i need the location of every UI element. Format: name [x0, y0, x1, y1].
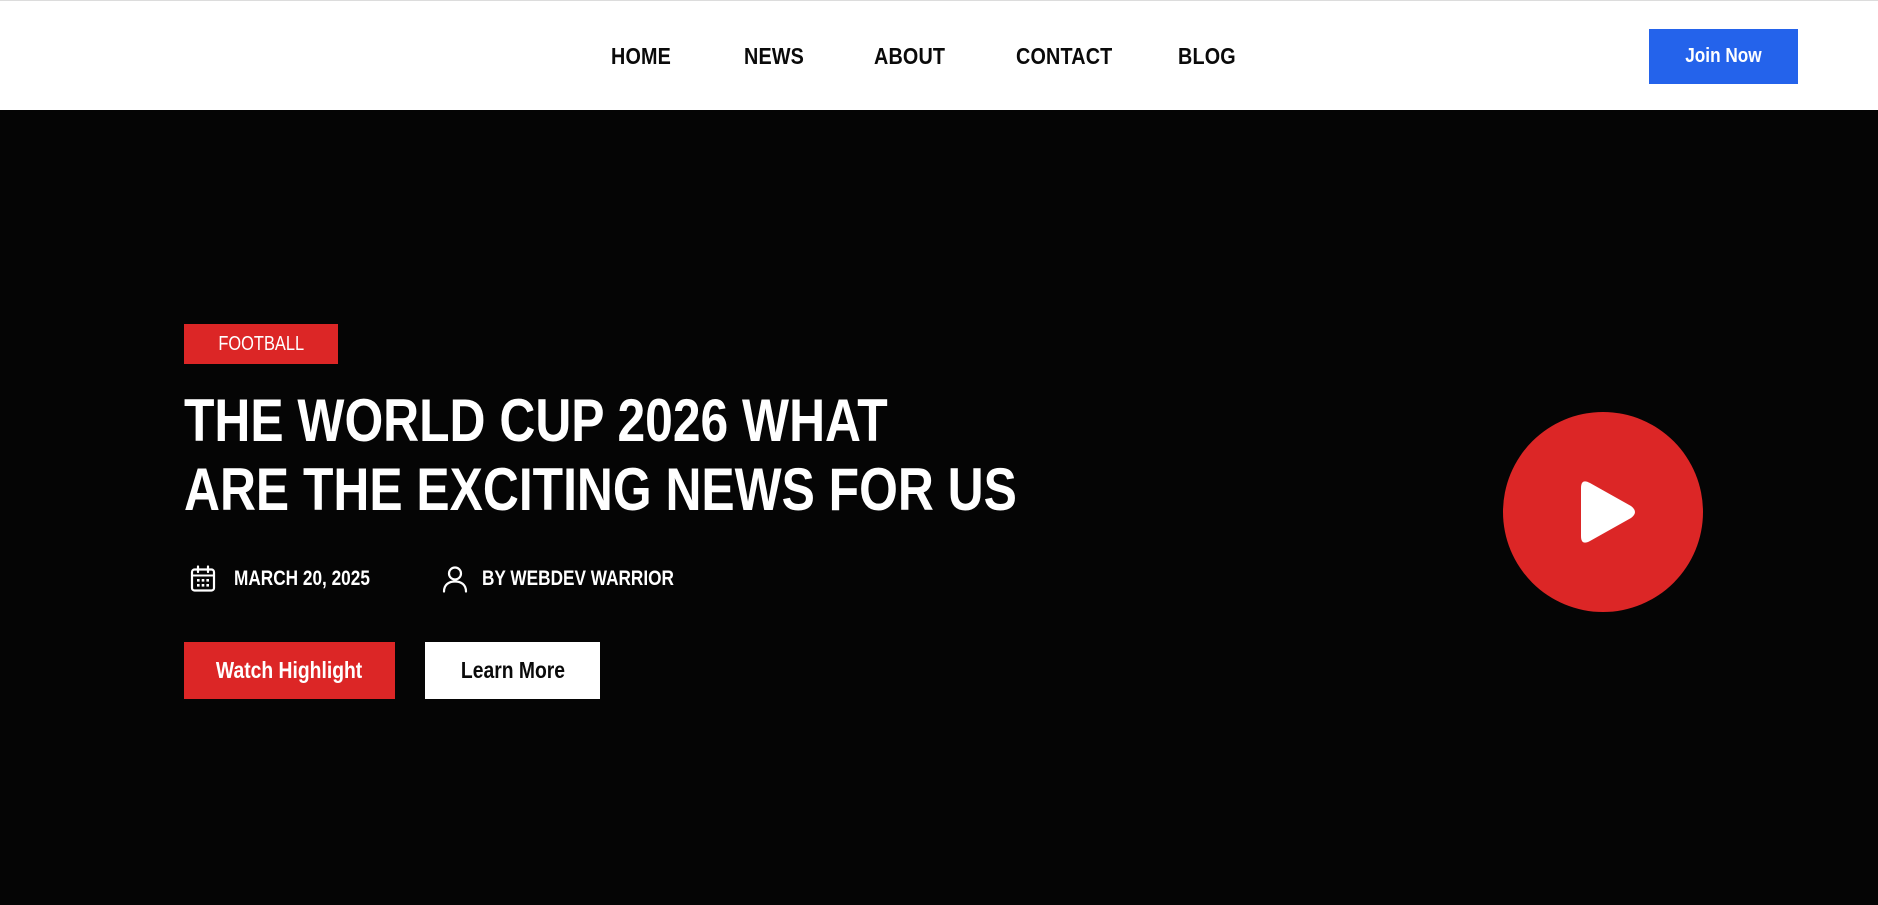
- post-author-text: BY WEBDEV WARRIOR: [482, 567, 674, 590]
- post-date: MARCH 20, 2025: [190, 562, 400, 596]
- main-nav: HOME NEWS ABOUT CONTACT BLOG: [0, 1, 1878, 111]
- user-icon: [442, 565, 468, 593]
- nav-link-contact[interactable]: CONTACT: [1016, 41, 1112, 71]
- watch-highlight-button[interactable]: Watch Highlight: [184, 642, 395, 699]
- nav-link-blog[interactable]: BLOG: [1178, 41, 1236, 71]
- learn-more-button[interactable]: Learn More: [425, 642, 600, 699]
- join-now-button[interactable]: Join Now: [1649, 29, 1798, 84]
- category-label: FOOTBALL: [218, 333, 304, 355]
- learn-more-label: Learn More: [460, 657, 565, 683]
- top-navbar: HOME NEWS ABOUT CONTACT BLOG Join Now: [0, 0, 1878, 110]
- play-icon: [1581, 481, 1635, 543]
- play-video-button[interactable]: [1503, 412, 1703, 612]
- nav-link-about[interactable]: ABOUT: [874, 41, 945, 71]
- calendar-icon: [190, 565, 216, 593]
- headline-line-2: ARE THE EXCITING NEWS FOR US: [184, 456, 1017, 523]
- watch-highlight-label: Watch Highlight: [216, 657, 363, 683]
- post-author: BY WEBDEV WARRIOR: [442, 562, 716, 596]
- post-date-text: MARCH 20, 2025: [234, 567, 370, 590]
- nav-link-news[interactable]: NEWS: [744, 41, 804, 71]
- join-now-label: Join Now: [1685, 45, 1762, 67]
- nav-link-home[interactable]: HOME: [611, 41, 671, 71]
- category-badge[interactable]: FOOTBALL: [184, 324, 338, 364]
- hero-headline: THE WORLD CUP 2026 WHAT ARE THE EXCITING…: [184, 386, 1017, 524]
- headline-line-1: THE WORLD CUP 2026 WHAT: [184, 387, 888, 454]
